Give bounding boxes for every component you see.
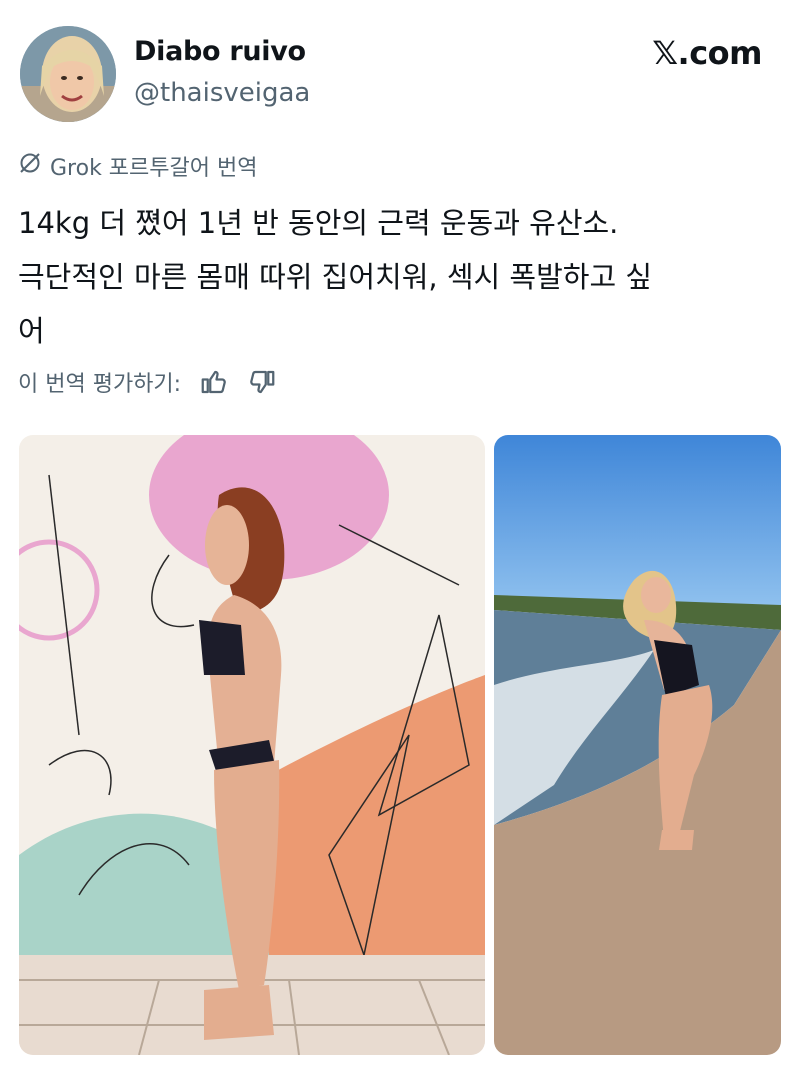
tweet-line: 어	[18, 314, 45, 348]
avatar[interactable]	[20, 26, 116, 122]
avatar-image	[20, 26, 116, 122]
x-logo: 𝕏.com	[652, 34, 762, 72]
tweet-line: 극단적인 마른 몸매 따위 집어치워, 섹시 폭발하고 싶	[18, 260, 653, 294]
photo-after-beach[interactable]	[494, 435, 781, 1055]
author-handle[interactable]: @thaisveigaa	[134, 78, 310, 108]
author-display-name[interactable]: Diabo ruivo	[134, 36, 306, 67]
translation-label-row: Grok 포르투갈어 번역	[18, 150, 257, 182]
rate-translation-label: 이 번역 평가하기:	[18, 372, 182, 397]
thumbs-down-icon[interactable]	[247, 367, 277, 397]
grok-icon	[18, 151, 42, 181]
tweet-line: 14kg 더 쪘어 1년 반 동안의 근력 운동과 유산소.	[18, 206, 619, 240]
photo-before-wall[interactable]	[19, 435, 485, 1055]
translation-label: Grok 포르투갈어 번역	[50, 156, 258, 181]
rate-translation-row: 이 번역 평가하기:	[18, 366, 277, 398]
thumbs-up-icon[interactable]	[199, 367, 229, 397]
tweet-text: 14kg 더 쪘어 1년 반 동안의 근력 운동과 유산소. 극단적인 마른 몸…	[18, 196, 788, 358]
